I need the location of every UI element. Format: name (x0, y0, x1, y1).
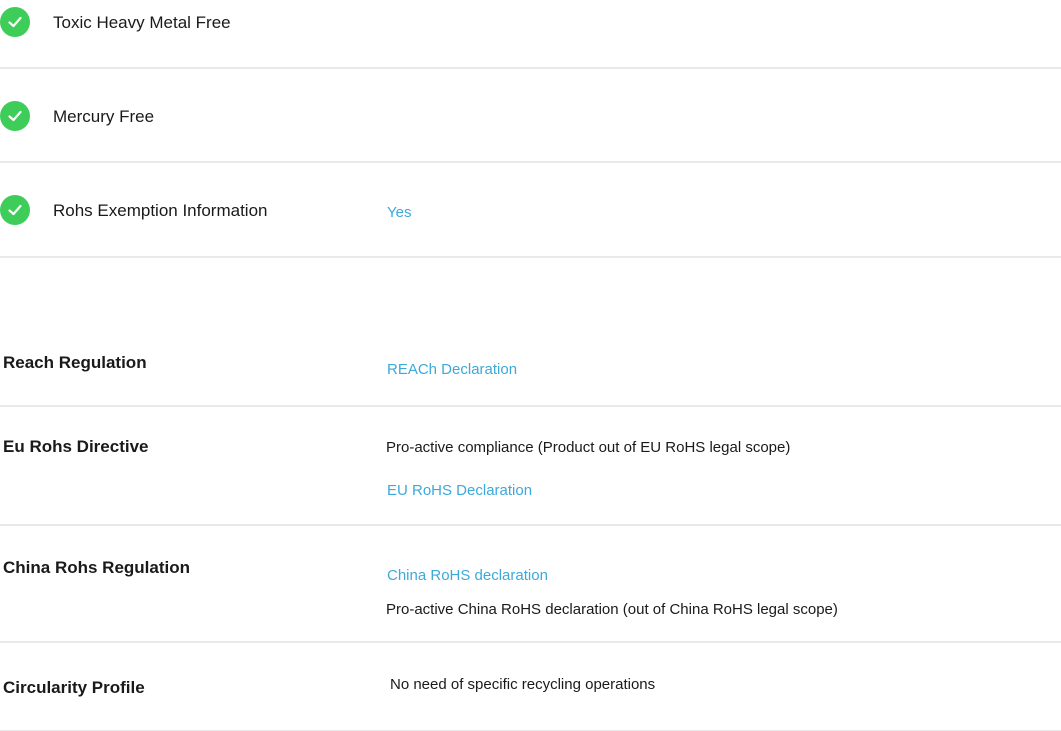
check-circle-icon (0, 195, 30, 225)
reach-regulation-label: Reach Regulation (3, 353, 147, 372)
check-label: Mercury Free (53, 107, 155, 126)
check-circle-icon (0, 101, 30, 131)
china-rohs-regulation-label: China Rohs Regulation (3, 558, 190, 577)
check-label: Rohs Exemption Information (53, 201, 268, 220)
circularity-profile-text: No need of specific recycling operations (390, 676, 656, 693)
circularity-profile-label: Circularity Profile (3, 678, 145, 697)
china-rohs-regulation-row: China Rohs Regulation China RoHS declara… (0, 526, 1061, 643)
check-label: Toxic Heavy Metal Free (53, 13, 231, 32)
china-rohs-compliance-text: Pro-active China RoHS declaration (out o… (386, 601, 838, 618)
reach-declaration-link[interactable]: REACh Declaration (387, 361, 517, 378)
check-row-rohs-exemption: Rohs Exemption Information Yes (0, 163, 1061, 258)
rohs-exemption-value-link[interactable]: Yes (387, 204, 411, 221)
china-rohs-declaration-link[interactable]: China RoHS declaration (387, 567, 548, 584)
reach-regulation-row: Reach Regulation REACh Declaration (0, 258, 1061, 407)
eu-rohs-compliance-text: Pro-active compliance (Product out of EU… (386, 439, 791, 456)
eu-rohs-declaration-link[interactable]: EU RoHS Declaration (387, 482, 532, 499)
check-row-toxic-heavy-metal: Toxic Heavy Metal Free (0, 0, 1061, 69)
circularity-profile-row: Circularity Profile No need of specific … (0, 643, 1061, 731)
eu-rohs-directive-row: Eu Rohs Directive Pro-active compliance … (0, 407, 1061, 526)
environmental-compliance-panel: Toxic Heavy Metal Free Mercury Free Rohs… (0, 0, 1061, 731)
check-row-mercury-free: Mercury Free (0, 69, 1061, 163)
check-circle-icon (0, 7, 30, 37)
eu-rohs-directive-label: Eu Rohs Directive (3, 437, 149, 456)
